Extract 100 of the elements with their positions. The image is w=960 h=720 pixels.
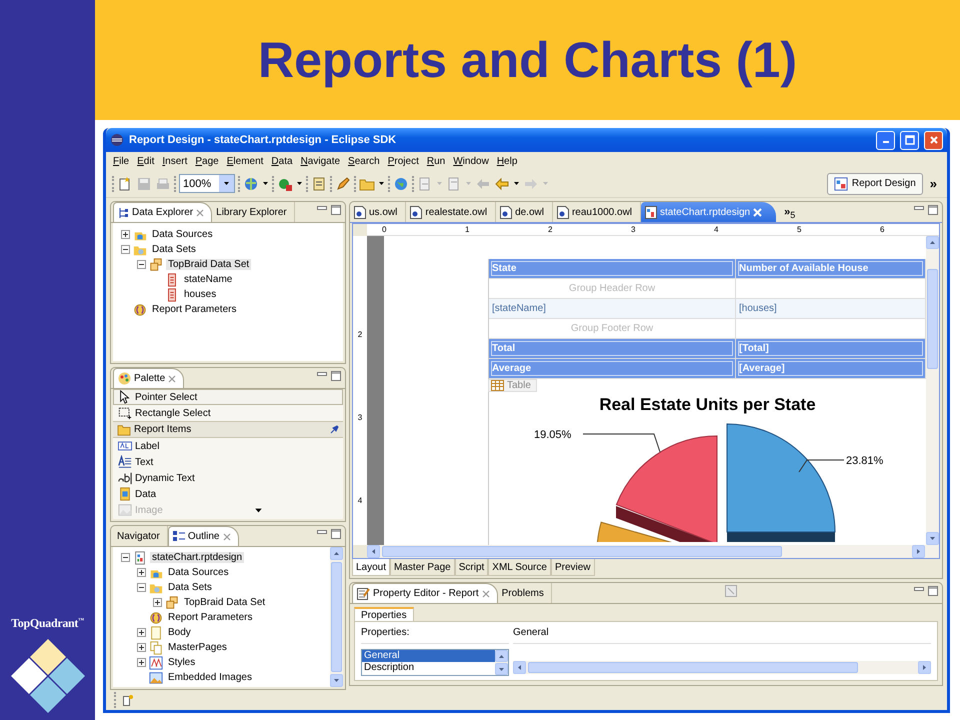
- tree-item[interactable]: Report Parameters: [166, 612, 254, 623]
- maximize-icon[interactable]: [331, 371, 341, 381]
- tree-item[interactable]: houses: [182, 289, 218, 300]
- tree-item[interactable]: Data Sources: [166, 567, 231, 578]
- perspective-button[interactable]: Report Design: [826, 172, 923, 194]
- close-button[interactable]: [924, 130, 943, 150]
- collapse-icon[interactable]: [121, 553, 130, 562]
- vertical-scrollbar[interactable]: [926, 236, 939, 545]
- palette-item[interactable]: Label: [113, 438, 343, 454]
- more-tabs-indicator[interactable]: »$_{5}$: [776, 206, 800, 222]
- left-arrow-icon[interactable]: [494, 176, 510, 192]
- close-icon[interactable]: [482, 590, 490, 598]
- editor-tab[interactable]: de.owl: [496, 202, 553, 222]
- panel-tab[interactable]: Problems: [498, 583, 552, 603]
- collapse-icon[interactable]: [121, 245, 130, 254]
- menu-item[interactable]: Help: [492, 156, 522, 166]
- list-item[interactable]: Description: [362, 662, 495, 674]
- panel-tab[interactable]: Library Explorer: [212, 202, 295, 222]
- expand-icon[interactable]: [137, 658, 146, 667]
- menu-item[interactable]: Search: [344, 156, 384, 166]
- maximize-button[interactable]: [900, 130, 919, 150]
- tree-item[interactable]: TopBraid Data Set: [166, 259, 252, 270]
- table-icon: [491, 380, 504, 391]
- page-tab[interactable]: Layout: [352, 559, 390, 576]
- tree-item[interactable]: Embedded Images: [166, 672, 254, 683]
- palette-icon: [118, 372, 131, 385]
- expand-icon[interactable]: [121, 230, 130, 239]
- tree-item[interactable]: stateName: [182, 274, 234, 285]
- palette-item[interactable]: Text: [113, 454, 343, 470]
- palette-drawer[interactable]: Report Items: [113, 421, 343, 438]
- horizontal-scrollbar[interactable]: [367, 545, 939, 558]
- menu-item[interactable]: Navigate: [296, 156, 344, 166]
- expand-icon[interactable]: [153, 598, 162, 607]
- tree-item[interactable]: Data Sources: [150, 229, 215, 240]
- expand-icon[interactable]: [137, 568, 146, 577]
- maximize-icon[interactable]: [928, 205, 938, 215]
- toolbar-overflow[interactable]: »: [926, 176, 941, 191]
- maximize-icon[interactable]: [331, 529, 341, 539]
- category-list[interactable]: General Description: [361, 649, 509, 676]
- panel-tab[interactable]: Outline: [168, 526, 238, 546]
- marquee-icon: [118, 406, 132, 420]
- tree-item[interactable]: Styles: [166, 657, 198, 668]
- clipboard-icon[interactable]: [311, 176, 327, 192]
- caret-icon: [333, 550, 340, 557]
- tree-item[interactable]: Report Parameters: [150, 304, 238, 315]
- palette-item[interactable]: Data: [113, 486, 343, 502]
- table-cell: Group Footer Row: [489, 319, 736, 339]
- collapse-icon[interactable]: [137, 260, 146, 269]
- pencil-icon[interactable]: [335, 176, 351, 192]
- editor-tab[interactable]: stateChart.rptdesign: [641, 202, 776, 222]
- close-icon[interactable]: [196, 208, 204, 216]
- menu-item[interactable]: Page: [191, 156, 223, 166]
- menu-item[interactable]: Project: [384, 156, 423, 166]
- maximize-icon[interactable]: [331, 205, 341, 215]
- globe-icon[interactable]: [393, 176, 409, 192]
- tree-item[interactable]: TopBraid Data Set: [182, 597, 268, 608]
- editor-tab[interactable]: reau1000.owl: [552, 202, 642, 222]
- editor-tab[interactable]: realestate.owl: [406, 202, 496, 222]
- page-tab[interactable]: Master Page: [390, 559, 455, 576]
- label-icon: [118, 439, 132, 453]
- menu-item[interactable]: Insert: [158, 156, 192, 166]
- editor-tab[interactable]: us.owl: [350, 202, 406, 222]
- tree-item[interactable]: Data Sets: [166, 582, 214, 593]
- close-icon[interactable]: [222, 532, 230, 540]
- tree-item[interactable]: Body: [166, 627, 193, 638]
- expand-icon[interactable]: [137, 628, 146, 637]
- menu-item[interactable]: File: [109, 156, 134, 166]
- minimize-button[interactable]: [876, 130, 895, 150]
- list-item[interactable]: General: [362, 650, 495, 662]
- menu-item[interactable]: Edit: [133, 156, 158, 166]
- panel-tab[interactable]: Property Editor - Report: [352, 583, 498, 603]
- tree-item[interactable]: Data Sets: [150, 244, 198, 255]
- stacked-tables-icon: [165, 596, 179, 610]
- panel-tab[interactable]: Palette: [113, 368, 184, 388]
- menu-item[interactable]: Run: [422, 156, 450, 166]
- vertical-scrollbar[interactable]: [330, 547, 343, 687]
- collapse-icon[interactable]: [137, 583, 146, 592]
- properties-tab[interactable]: Properties: [354, 607, 414, 621]
- table-cell: Average: [489, 359, 736, 379]
- zoom-combo[interactable]: 100%: [179, 174, 235, 193]
- menu-item[interactable]: Window: [449, 156, 493, 166]
- page-tab[interactable]: Preview: [550, 559, 595, 576]
- palette-tool[interactable]: Rectangle Select: [113, 405, 343, 421]
- close-icon[interactable]: [168, 374, 176, 382]
- pin-icon[interactable]: [330, 425, 339, 434]
- menu-item[interactable]: Element: [222, 156, 268, 166]
- panel-tab[interactable]: Data Explorer: [113, 202, 212, 222]
- page-tab[interactable]: Script: [454, 559, 488, 576]
- horizontal-scrollbar[interactable]: [513, 661, 931, 674]
- maximize-icon[interactable]: [928, 586, 938, 596]
- palette-item[interactable]: Dynamic Text: [113, 470, 343, 486]
- globe-gear-icon[interactable]: [243, 176, 259, 192]
- tree-item[interactable]: stateChart.rptdesign: [150, 552, 244, 563]
- fast-view-icon[interactable]: [122, 694, 134, 706]
- page-tab[interactable]: XML Source: [488, 559, 551, 576]
- window-title: Report Design - stateChart.rptdesign - Eclipse SDK: [129, 134, 398, 146]
- tree-item[interactable]: MasterPages: [166, 642, 229, 653]
- expand-icon[interactable]: [137, 643, 146, 652]
- menu-item[interactable]: Data: [267, 156, 297, 166]
- palette-tool[interactable]: Pointer Select: [113, 389, 343, 405]
